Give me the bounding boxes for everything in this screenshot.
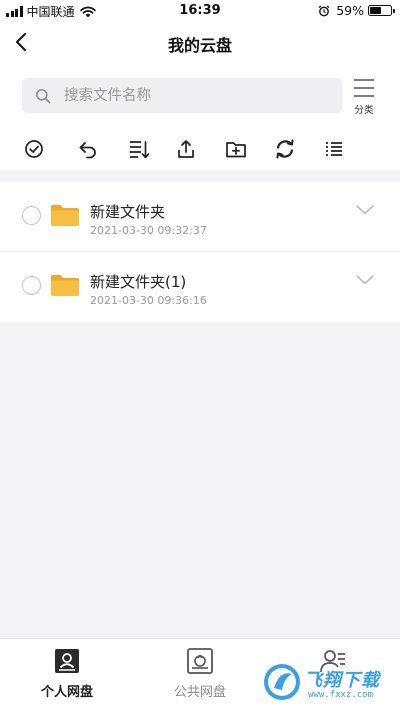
nav-bar: 我的云盘 (0, 22, 400, 62)
file-name: 新建文件夹(1) (90, 273, 187, 291)
category-label: 分类 (354, 105, 374, 116)
toolbar-area: 分类 (0, 62, 400, 170)
watermark-icon (264, 664, 300, 700)
status-bar: 中国联通 16:39 59% (0, 0, 400, 22)
battery-icon (368, 5, 395, 16)
new-folder-icon[interactable] (225, 138, 247, 160)
folder-icon (51, 205, 79, 226)
list-icon[interactable] (323, 138, 345, 160)
search-box[interactable] (22, 78, 342, 113)
page-title: 我的云盘 (167, 36, 232, 55)
category-button[interactable]: 分类 (348, 78, 380, 120)
select-radio[interactable] (22, 276, 41, 295)
watermark-logo: 飞翔下载 www.fxxz.com (262, 660, 392, 706)
file-list: 新建文件夹 2021-03-30 09:32:37 新建文件夹(1) 2021-… (0, 182, 400, 322)
file-name: 新建文件夹 (90, 203, 166, 221)
battery-percent: 59% (336, 3, 364, 18)
alarm-icon (318, 4, 330, 16)
watermark-text: 飞翔下载 (304, 670, 380, 691)
hamburger-icon (354, 79, 374, 97)
folder-icon (51, 275, 79, 296)
tab-public-disk[interactable]: 公共网盘 (150, 647, 250, 700)
check-circle-icon[interactable] (23, 138, 45, 160)
chevron-down-icon[interactable] (355, 274, 375, 286)
file-date: 2021-03-30 09:36:16 (90, 294, 207, 307)
tab-label: 公共网盘 (173, 685, 226, 700)
upload-icon[interactable] (175, 138, 197, 160)
list-item[interactable]: 新建文件夹(1) 2021-03-30 09:36:16 (0, 252, 400, 322)
chevron-down-icon[interactable] (355, 204, 375, 216)
list-item[interactable]: 新建文件夹 2021-03-30 09:32:37 (0, 182, 400, 252)
public-disk-icon (187, 648, 213, 674)
tab-label: 个人网盘 (40, 685, 93, 700)
search-input[interactable] (64, 78, 334, 113)
refresh-icon[interactable] (274, 138, 296, 160)
status-right: 59% (318, 3, 395, 18)
undo-icon[interactable] (77, 138, 99, 160)
search-icon (36, 89, 51, 104)
sort-icon[interactable] (128, 138, 150, 160)
watermark-url: www.fxxz.com (308, 690, 374, 700)
file-date: 2021-03-30 09:32:37 (90, 224, 207, 237)
personal-disk-icon (55, 649, 79, 673)
select-radio[interactable] (22, 206, 41, 225)
tab-personal-disk[interactable]: 个人网盘 (17, 647, 117, 700)
